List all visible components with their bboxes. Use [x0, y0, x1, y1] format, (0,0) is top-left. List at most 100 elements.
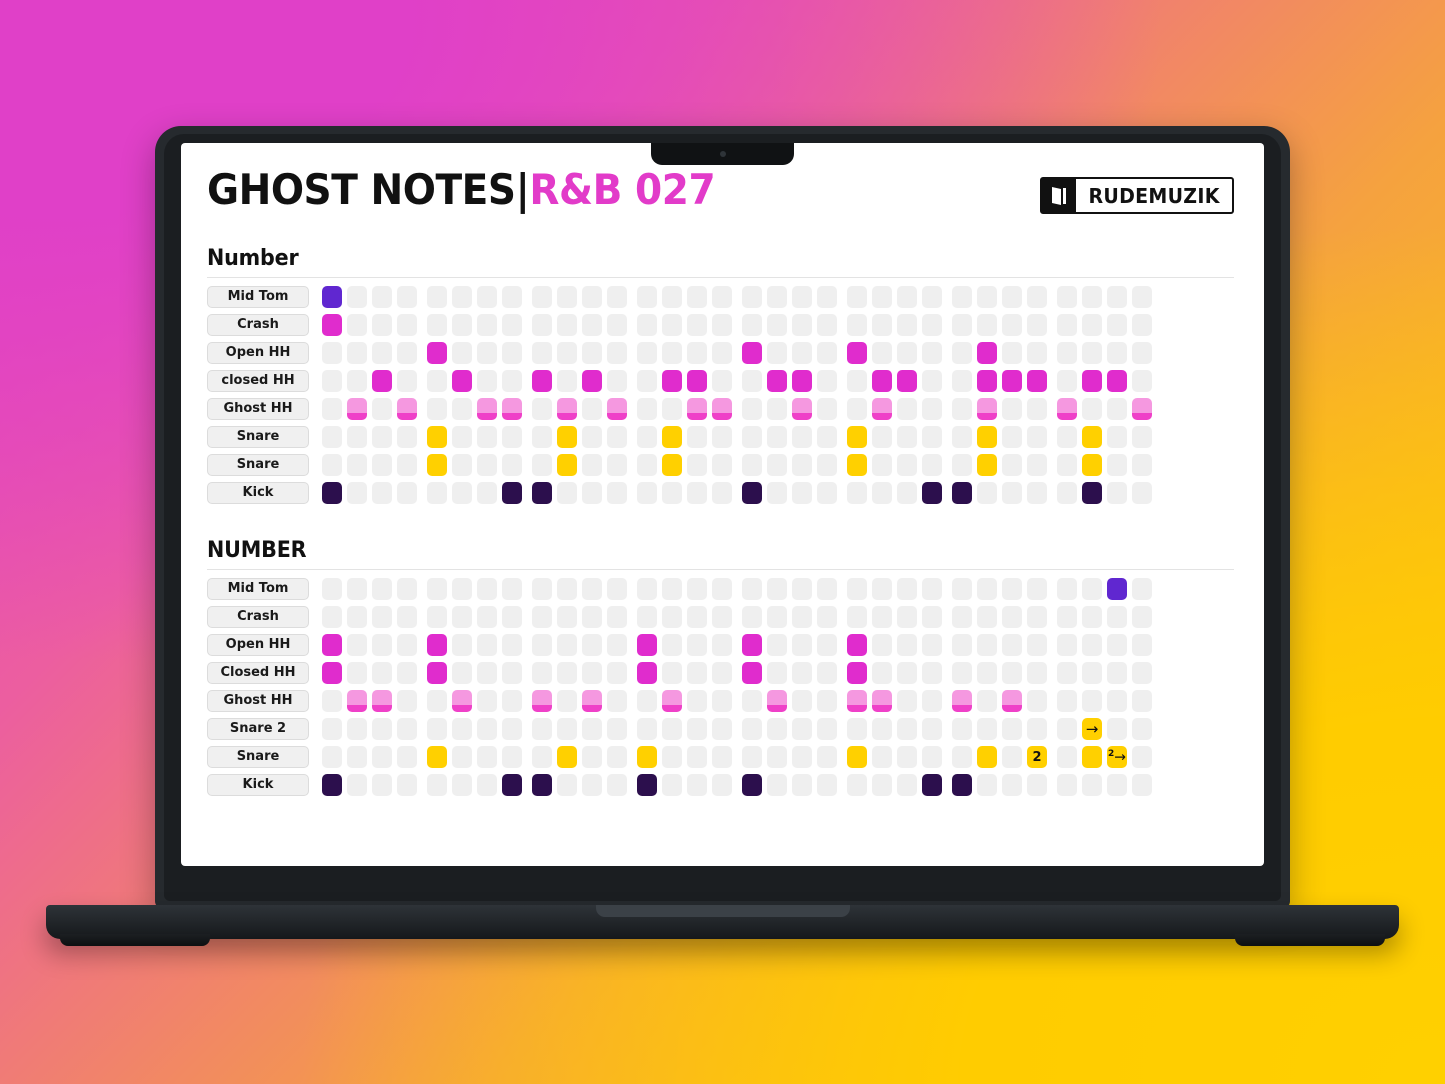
step-cell-active[interactable]: [1107, 370, 1127, 392]
step-cell-active[interactable]: [322, 314, 342, 336]
step-cell[interactable]: [427, 482, 447, 504]
step-cell[interactable]: [582, 606, 602, 628]
step-cell[interactable]: [872, 342, 892, 364]
step-cell[interactable]: [532, 662, 552, 684]
step-cell[interactable]: [897, 398, 917, 420]
step-cell[interactable]: [687, 718, 707, 740]
step-cell-active[interactable]: [452, 690, 472, 712]
step-cell-active[interactable]: [847, 634, 867, 656]
step-cell[interactable]: [1057, 718, 1077, 740]
step-cell[interactable]: [347, 314, 367, 336]
step-cell[interactable]: [452, 482, 472, 504]
step-cell[interactable]: [872, 578, 892, 600]
step-cell[interactable]: [1107, 690, 1127, 712]
step-cell[interactable]: [662, 774, 682, 796]
track-label[interactable]: Kick: [207, 482, 309, 504]
step-cell[interactable]: [372, 482, 392, 504]
step-cell-active[interactable]: [322, 662, 342, 684]
step-cell[interactable]: [952, 370, 972, 392]
step-cell[interactable]: [792, 426, 812, 448]
step-cell[interactable]: [582, 454, 602, 476]
step-cell-active[interactable]: [372, 370, 392, 392]
step-cell[interactable]: [1027, 774, 1047, 796]
step-cell-active[interactable]: [397, 398, 417, 420]
step-cell[interactable]: [872, 314, 892, 336]
step-cell[interactable]: [502, 578, 522, 600]
step-cell[interactable]: [712, 454, 732, 476]
step-cell[interactable]: [712, 286, 732, 308]
step-cell[interactable]: [477, 578, 497, 600]
step-cell[interactable]: [712, 578, 732, 600]
step-cell[interactable]: [372, 454, 392, 476]
step-cell-active[interactable]: [427, 746, 447, 768]
step-cell[interactable]: [767, 454, 787, 476]
step-cell-active[interactable]: [742, 662, 762, 684]
step-cell[interactable]: [922, 578, 942, 600]
step-cell[interactable]: [372, 606, 392, 628]
step-cell[interactable]: [952, 454, 972, 476]
step-cell-active[interactable]: [502, 482, 522, 504]
step-cell[interactable]: [872, 286, 892, 308]
step-cell[interactable]: [347, 578, 367, 600]
step-cell-active[interactable]: [532, 482, 552, 504]
step-cell[interactable]: [322, 606, 342, 628]
step-cell[interactable]: [502, 426, 522, 448]
step-cell-active[interactable]: [847, 426, 867, 448]
step-cell[interactable]: [452, 578, 472, 600]
step-cell-active[interactable]: [872, 370, 892, 392]
step-cell[interactable]: [1082, 314, 1102, 336]
step-cell[interactable]: [322, 454, 342, 476]
step-cell[interactable]: [847, 718, 867, 740]
step-cell[interactable]: [1107, 454, 1127, 476]
step-cell-active[interactable]: [847, 454, 867, 476]
step-cell[interactable]: [872, 774, 892, 796]
track-label[interactable]: closed HH: [207, 370, 309, 392]
step-cell-active[interactable]: [637, 662, 657, 684]
step-cell[interactable]: [1002, 718, 1022, 740]
step-cell[interactable]: [1107, 398, 1127, 420]
step-cell[interactable]: [397, 662, 417, 684]
step-cell[interactable]: [502, 718, 522, 740]
step-cell-active[interactable]: [742, 342, 762, 364]
step-cell[interactable]: [817, 370, 837, 392]
step-cell-active[interactable]: 2: [1027, 746, 1047, 768]
step-cell-active[interactable]: [662, 690, 682, 712]
step-cell[interactable]: [817, 426, 837, 448]
step-cell[interactable]: [817, 606, 837, 628]
step-cell[interactable]: [607, 774, 627, 796]
step-cell[interactable]: [477, 606, 497, 628]
step-cell[interactable]: [532, 314, 552, 336]
step-cell-active[interactable]: [532, 774, 552, 796]
step-cell[interactable]: [397, 690, 417, 712]
step-cell[interactable]: [502, 370, 522, 392]
step-cell[interactable]: [427, 690, 447, 712]
step-cell[interactable]: [347, 370, 367, 392]
step-cell[interactable]: [977, 482, 997, 504]
step-cell[interactable]: [922, 398, 942, 420]
step-cell[interactable]: [817, 482, 837, 504]
step-cell[interactable]: [792, 718, 812, 740]
step-cell-active[interactable]: [1082, 746, 1102, 768]
track-label[interactable]: Snare: [207, 746, 309, 768]
track-label[interactable]: Snare 2: [207, 718, 309, 740]
step-cell[interactable]: [582, 398, 602, 420]
step-cell[interactable]: [687, 314, 707, 336]
track-label[interactable]: Closed HH: [207, 662, 309, 684]
step-cell[interactable]: [662, 746, 682, 768]
step-cell[interactable]: [557, 690, 577, 712]
step-cell[interactable]: [922, 370, 942, 392]
step-cell-active[interactable]: [1002, 690, 1022, 712]
track-label[interactable]: Crash: [207, 606, 309, 628]
step-cell[interactable]: [897, 774, 917, 796]
step-cell[interactable]: [792, 342, 812, 364]
step-cell[interactable]: [1082, 342, 1102, 364]
step-cell[interactable]: [452, 426, 472, 448]
step-cell[interactable]: [817, 578, 837, 600]
step-cell[interactable]: [847, 482, 867, 504]
step-cell[interactable]: [477, 690, 497, 712]
step-cell[interactable]: [1002, 454, 1022, 476]
step-cell[interactable]: [427, 718, 447, 740]
step-cell[interactable]: [1027, 314, 1047, 336]
step-cell[interactable]: [452, 634, 472, 656]
step-cell[interactable]: [872, 718, 892, 740]
